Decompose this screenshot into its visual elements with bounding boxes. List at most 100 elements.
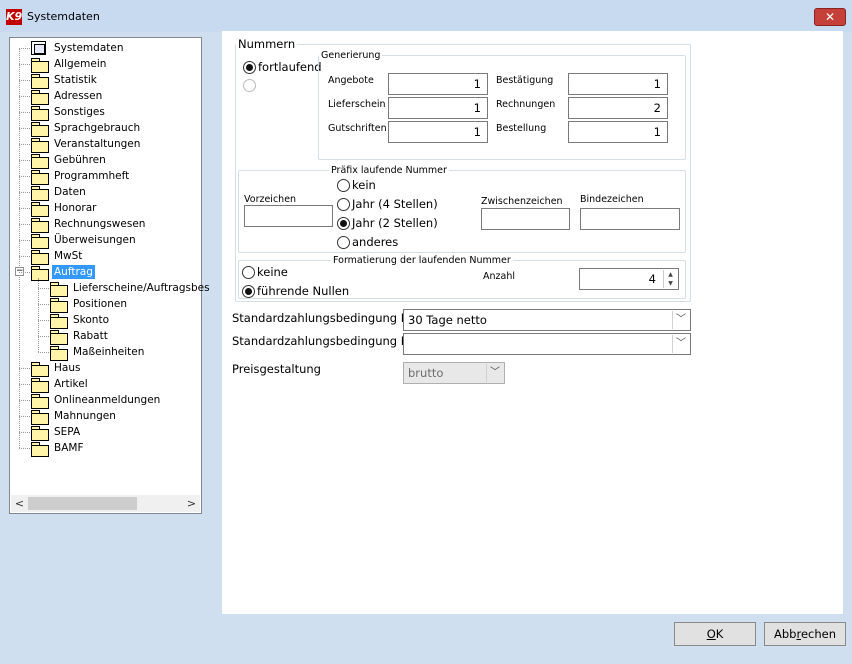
tree-connector [38, 320, 49, 321]
tree-item-18[interactable]: SEPA [31, 424, 82, 441]
bestellung-label: Bestellung [496, 123, 547, 134]
preisgestaltung-select: brutto ﹀ [403, 362, 505, 384]
gutschriften-field[interactable]: 1 [388, 121, 488, 143]
bindezeichen-label: Bindezeichen [580, 194, 644, 205]
tree-connector [19, 96, 30, 97]
ok-button[interactable]: OK [674, 622, 756, 646]
lieferschein-field[interactable]: 1 [388, 97, 488, 119]
scroll-left-icon[interactable]: < [11, 495, 28, 512]
radio-unchecked-icon [337, 197, 350, 211]
formatierung-title: Formatierung der laufenden Nummer [333, 255, 511, 266]
anzahl-value: 4 [648, 272, 656, 286]
tree-item-16[interactable]: Onlineanmeldungen [31, 392, 162, 409]
zahlungsbedingung-1-value: 30 Tage netto [408, 313, 487, 327]
radio-fuehrende-nullen[interactable]: führende Nullen [242, 284, 349, 298]
tree-subitem-2[interactable]: Skonto [50, 312, 111, 329]
chevron-down-icon[interactable]: ﹀ [672, 311, 689, 329]
angebote-label: Angebote [328, 75, 374, 86]
tree-connector [19, 272, 30, 273]
folder-icon [50, 281, 68, 297]
vorzeichen-field[interactable] [244, 205, 333, 227]
tree-item-13-label: Auftrag [52, 265, 95, 279]
tree-item-9-label: Honorar [54, 202, 97, 214]
tree-connector [19, 192, 30, 193]
tree-item-7-label: Programmheft [54, 170, 130, 182]
tree-item-12[interactable]: MwSt [31, 248, 84, 265]
system-data-icon [31, 41, 46, 55]
chevron-down-icon[interactable]: ﹀ [672, 335, 689, 353]
tree-item-0-label: Allgemein [54, 58, 107, 70]
tree-item-4[interactable]: Sprachgebrauch [31, 120, 142, 137]
tree-item-2[interactable]: Adressen [31, 88, 104, 105]
tree-item-3[interactable]: Sonstiges [31, 104, 107, 121]
cancel-button[interactable]: Abbrechen [764, 622, 846, 646]
radio-jahr-4[interactable]: Jahr (4 Stellen) [337, 197, 438, 211]
radio-kein[interactable]: kein [337, 178, 376, 192]
settings-tree[interactable]: Systemdaten < > Allgemein Statistik Adress… [9, 37, 210, 514]
scroll-right-icon[interactable]: > [183, 495, 200, 512]
folder-icon [31, 425, 49, 441]
tree-item-2-label: Adressen [54, 90, 103, 102]
tree-item-14-label: Haus [54, 362, 81, 374]
folder-icon [31, 121, 49, 137]
radio-anderes[interactable]: anderes [337, 235, 398, 249]
zahlungsbedingung-1-select[interactable]: 30 Tage netto ﹀ [403, 309, 691, 331]
tree-item-13[interactable]: Auftrag [31, 264, 95, 281]
tree-subitem-1[interactable]: Positionen [50, 296, 129, 313]
bestellung-field[interactable]: 1 [568, 121, 668, 143]
tree-connector [19, 48, 20, 448]
spin-up-icon[interactable]: ▲ [664, 270, 677, 279]
tree-subitem-4[interactable]: Maßeinheiten [50, 344, 146, 361]
generierung-title: Generierung [321, 50, 381, 61]
tree-item-5[interactable]: Veranstaltungen [31, 136, 142, 153]
folder-icon [31, 201, 49, 217]
tree-item-6[interactable]: Gebühren [31, 152, 108, 169]
tree-subitem-0-label: Lieferscheine/Auftragsbes [73, 282, 210, 294]
folder-icon [31, 89, 49, 105]
anzahl-label: Anzahl [483, 271, 515, 282]
tree-item-8[interactable]: Daten [31, 184, 88, 201]
tree-subitem-0[interactable]: Lieferscheine/Auftragsbes [50, 280, 212, 297]
tree-item-14[interactable]: Haus [31, 360, 82, 377]
rechnungen-label: Rechnungen [496, 99, 556, 110]
zahlungsbedingung-2-select[interactable]: ﹀ [403, 333, 691, 355]
folder-icon [31, 57, 49, 73]
tree-item-10[interactable]: Rechnungswesen [31, 216, 147, 233]
radio-fortlaufend[interactable]: fortlaufend [243, 60, 322, 74]
tree-connector [19, 400, 30, 401]
radio-keine[interactable]: keine [242, 265, 288, 279]
zwischenzeichen-field[interactable] [481, 208, 570, 230]
angebote-field[interactable]: 1 [388, 73, 488, 95]
tree-connector [19, 208, 30, 209]
tree-connector [19, 240, 30, 241]
spinner-buttons[interactable]: ▲ ▼ [663, 270, 677, 288]
close-button[interactable]: ✕ [814, 8, 846, 26]
tree-item-11[interactable]: Überweisungen [31, 232, 138, 249]
tree-item-0[interactable]: Allgemein [31, 56, 108, 73]
tree-connector [38, 352, 49, 353]
tree-item-15-label: Artikel [54, 378, 88, 390]
tree-item-15[interactable]: Artikel [31, 376, 90, 393]
tree-connector [19, 64, 30, 65]
spin-down-icon[interactable]: ▼ [664, 279, 677, 288]
tree-item-1[interactable]: Statistik [31, 72, 99, 89]
rechnungen-field[interactable]: 2 [568, 97, 668, 119]
tree-root-label: Systemdaten [54, 42, 124, 54]
tree-item-17[interactable]: Mahnungen [31, 408, 118, 425]
anzahl-spinner[interactable]: 4 ▲ ▼ [579, 268, 679, 290]
radio-unchecked-icon [337, 235, 350, 249]
tree-item-7[interactable]: Programmheft [31, 168, 131, 185]
scroll-thumb[interactable] [28, 497, 137, 510]
tree-subitem-3-label: Rabatt [73, 330, 108, 342]
tree-subitem-3[interactable]: Rabatt [50, 328, 110, 345]
tree-horizontal-scrollbar[interactable]: < > [11, 495, 200, 512]
tree-item-3-label: Sonstiges [54, 106, 105, 118]
tree-connector [19, 128, 30, 129]
radio-jahr-2[interactable]: Jahr (2 Stellen) [337, 216, 438, 230]
tree-root[interactable]: Systemdaten [31, 40, 126, 56]
vorzeichen-label: Vorzeichen [244, 194, 297, 205]
tree-item-19[interactable]: BAMF [31, 440, 86, 457]
bestaetigung-field[interactable]: 1 [568, 73, 668, 95]
bindezeichen-field[interactable] [580, 208, 680, 230]
tree-item-9[interactable]: Honorar [31, 200, 98, 217]
